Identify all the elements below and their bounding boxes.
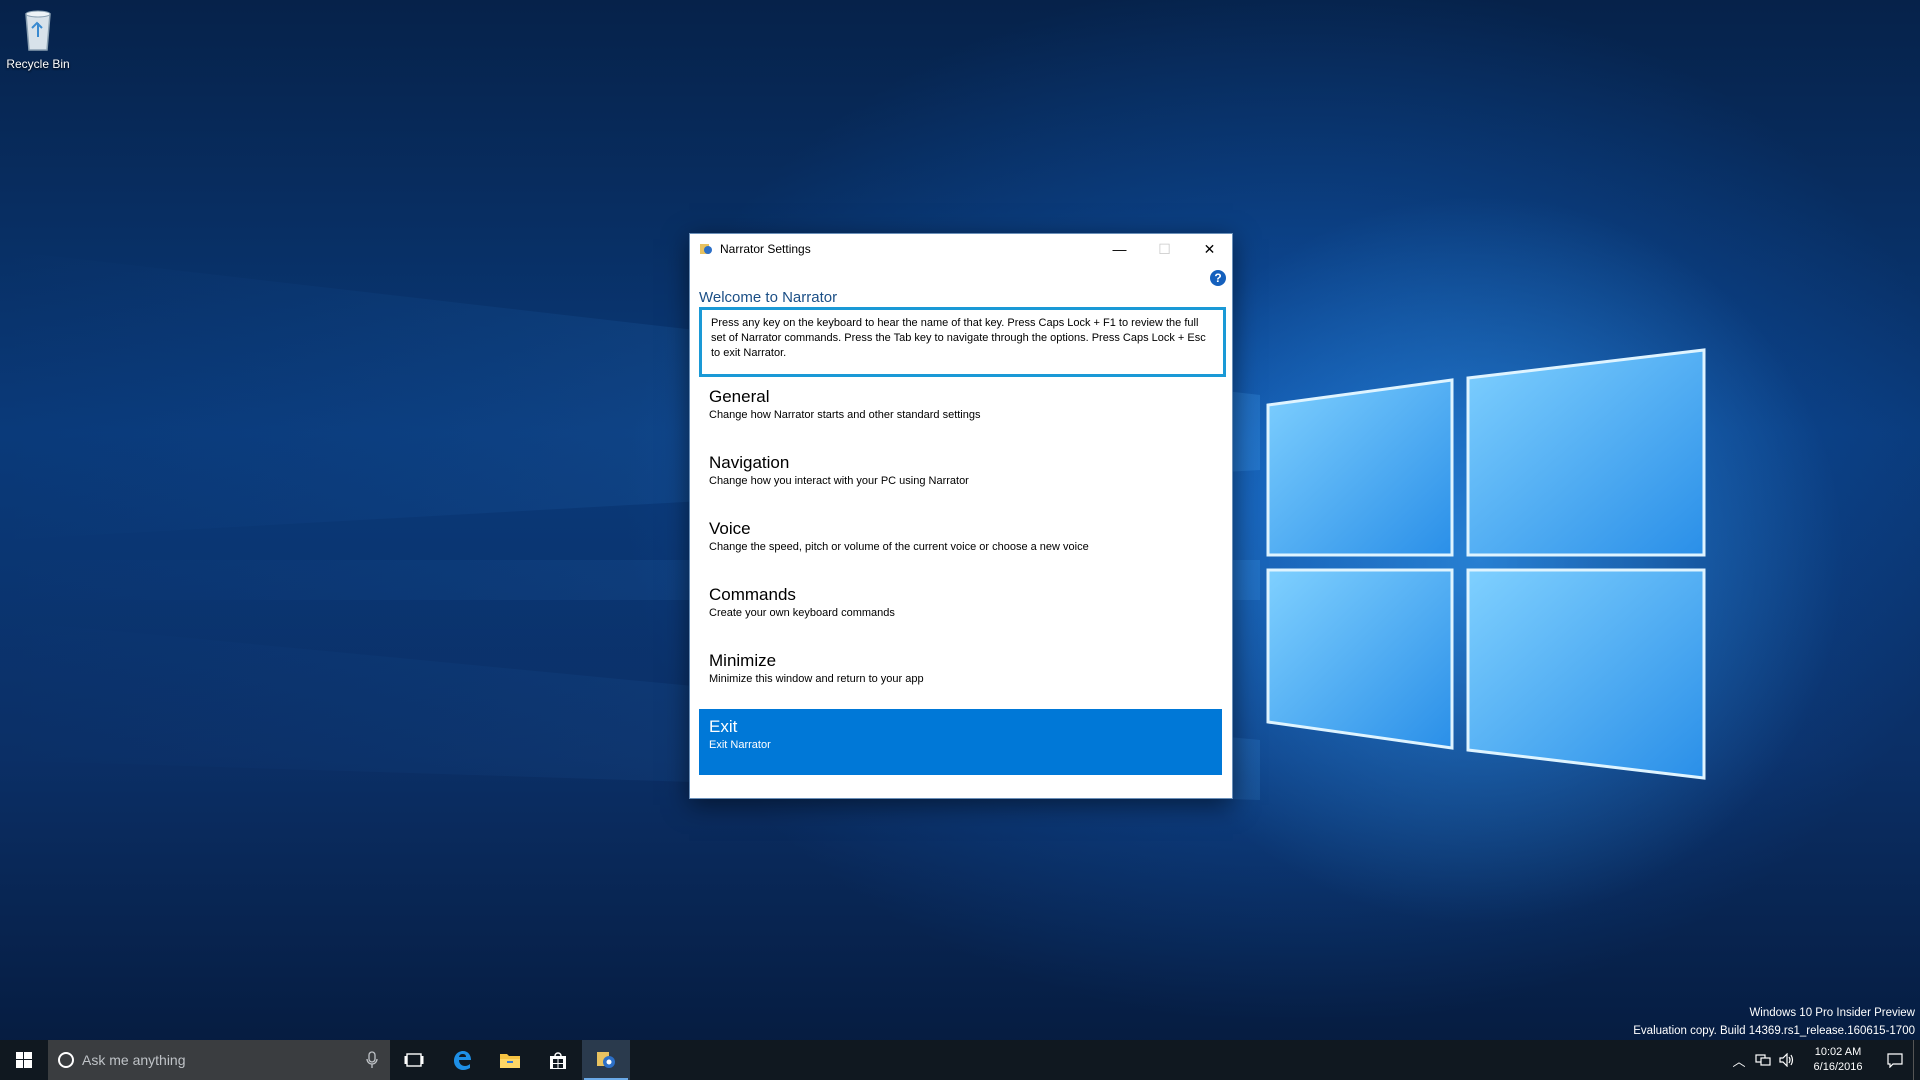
microphone-icon[interactable] <box>366 1051 378 1069</box>
menu-item-heading: Minimize <box>709 651 777 670</box>
menu-item-description: Minimize this window and return to your … <box>709 673 924 685</box>
maximize-icon: ☐ <box>1158 240 1171 257</box>
cortana-search-box[interactable]: Ask me anything <box>48 1040 390 1080</box>
settings-menu: General Change how Narrator starts and o… <box>699 379 1222 775</box>
chevron-up-icon: ︿ <box>1732 1053 1746 1069</box>
menu-item-minimize[interactable]: Minimize Minimize this window and return… <box>699 643 1222 709</box>
maximize-button: ☐ <box>1142 234 1187 264</box>
network-button[interactable] <box>1751 1040 1775 1080</box>
menu-item-heading: Voice <box>709 519 751 538</box>
file-explorer-button[interactable] <box>486 1040 534 1080</box>
show-hidden-icons-button[interactable]: ︿ <box>1727 1040 1751 1080</box>
action-center-icon <box>1887 1053 1903 1068</box>
cortana-icon <box>58 1052 74 1068</box>
menu-item-general[interactable]: General Change how Narrator starts and o… <box>699 379 1222 445</box>
start-button[interactable] <box>0 1040 48 1080</box>
clock-date: 6/16/2016 <box>1813 1061 1863 1073</box>
watermark-line-2: Evaluation copy. Build 14369.rs1_release… <box>1633 1025 1915 1037</box>
narrator-icon <box>700 244 712 254</box>
minimize-icon: — <box>1112 241 1127 257</box>
speaker-icon <box>1779 1053 1794 1067</box>
task-view-button[interactable] <box>390 1040 438 1080</box>
narrator-icon <box>597 1052 615 1068</box>
narrator-settings-window: Narrator Settings — ☐ ✕ ? Welcome to Nar… <box>689 233 1233 799</box>
recycle-bin-icon <box>25 10 51 51</box>
edge-icon <box>454 1051 471 1070</box>
close-icon: ✕ <box>1203 240 1216 257</box>
menu-item-description: Exit Narrator <box>709 739 771 751</box>
desktop-icon-label: Recycle Bin <box>6 57 70 71</box>
minimize-button[interactable]: — <box>1097 234 1142 264</box>
volume-button[interactable] <box>1775 1040 1799 1080</box>
taskbar: Ask me anything ︿ 10:02 AM 6/16/2016 <box>0 1040 1920 1080</box>
intro-text: Press any key on the keyboard to hear th… <box>699 307 1226 377</box>
menu-item-commands[interactable]: Commands Create your own keyboard comman… <box>699 577 1222 643</box>
menu-item-exit[interactable]: Exit Exit Narrator <box>699 709 1222 775</box>
edge-button[interactable] <box>438 1040 486 1080</box>
taskbar-clock[interactable]: 10:02 AM 6/16/2016 <box>1799 1045 1877 1075</box>
store-button[interactable] <box>534 1040 582 1080</box>
menu-item-voice[interactable]: Voice Change the speed, pitch or volume … <box>699 511 1222 577</box>
system-tray: ︿ 10:02 AM 6/16/2016 <box>1727 1040 1920 1080</box>
file-explorer-icon <box>500 1054 520 1068</box>
menu-item-heading: Commands <box>709 585 796 604</box>
task-view-icon <box>404 1053 424 1067</box>
title-bar[interactable]: Narrator Settings — ☐ ✕ <box>690 234 1232 264</box>
windows-logo-icon <box>16 1052 32 1068</box>
menu-item-description: Create your own keyboard commands <box>709 607 895 619</box>
window-title: Narrator Settings <box>720 242 811 256</box>
menu-item-navigation[interactable]: Navigation Change how you interact with … <box>699 445 1222 511</box>
menu-item-heading: Exit <box>709 717 738 736</box>
menu-item-heading: General <box>709 387 770 406</box>
menu-item-description: Change the speed, pitch or volume of the… <box>709 541 1089 553</box>
menu-item-description: Change how you interact with your PC usi… <box>709 475 969 487</box>
network-icon <box>1755 1054 1771 1066</box>
narrator-taskbar-button[interactable] <box>582 1040 630 1080</box>
menu-item-heading: Navigation <box>709 453 790 472</box>
help-icon[interactable]: ? <box>1210 270 1226 286</box>
welcome-heading: Welcome to Narrator <box>699 289 838 306</box>
store-icon <box>550 1052 566 1069</box>
close-button[interactable]: ✕ <box>1187 234 1232 264</box>
search-placeholder: Ask me anything <box>82 1052 186 1068</box>
desktop-icon-recycle-bin[interactable]: Recycle Bin <box>6 8 70 71</box>
action-center-button[interactable] <box>1877 1040 1913 1080</box>
show-desktop-button[interactable] <box>1913 1040 1920 1080</box>
watermark-line-1: Windows 10 Pro Insider Preview <box>1749 1007 1915 1019</box>
clock-time: 10:02 AM <box>1814 1046 1862 1058</box>
menu-item-description: Change how Narrator starts and other sta… <box>709 409 981 421</box>
evaluation-watermark: Windows 10 Pro Insider Preview Evaluatio… <box>1633 1004 1915 1040</box>
